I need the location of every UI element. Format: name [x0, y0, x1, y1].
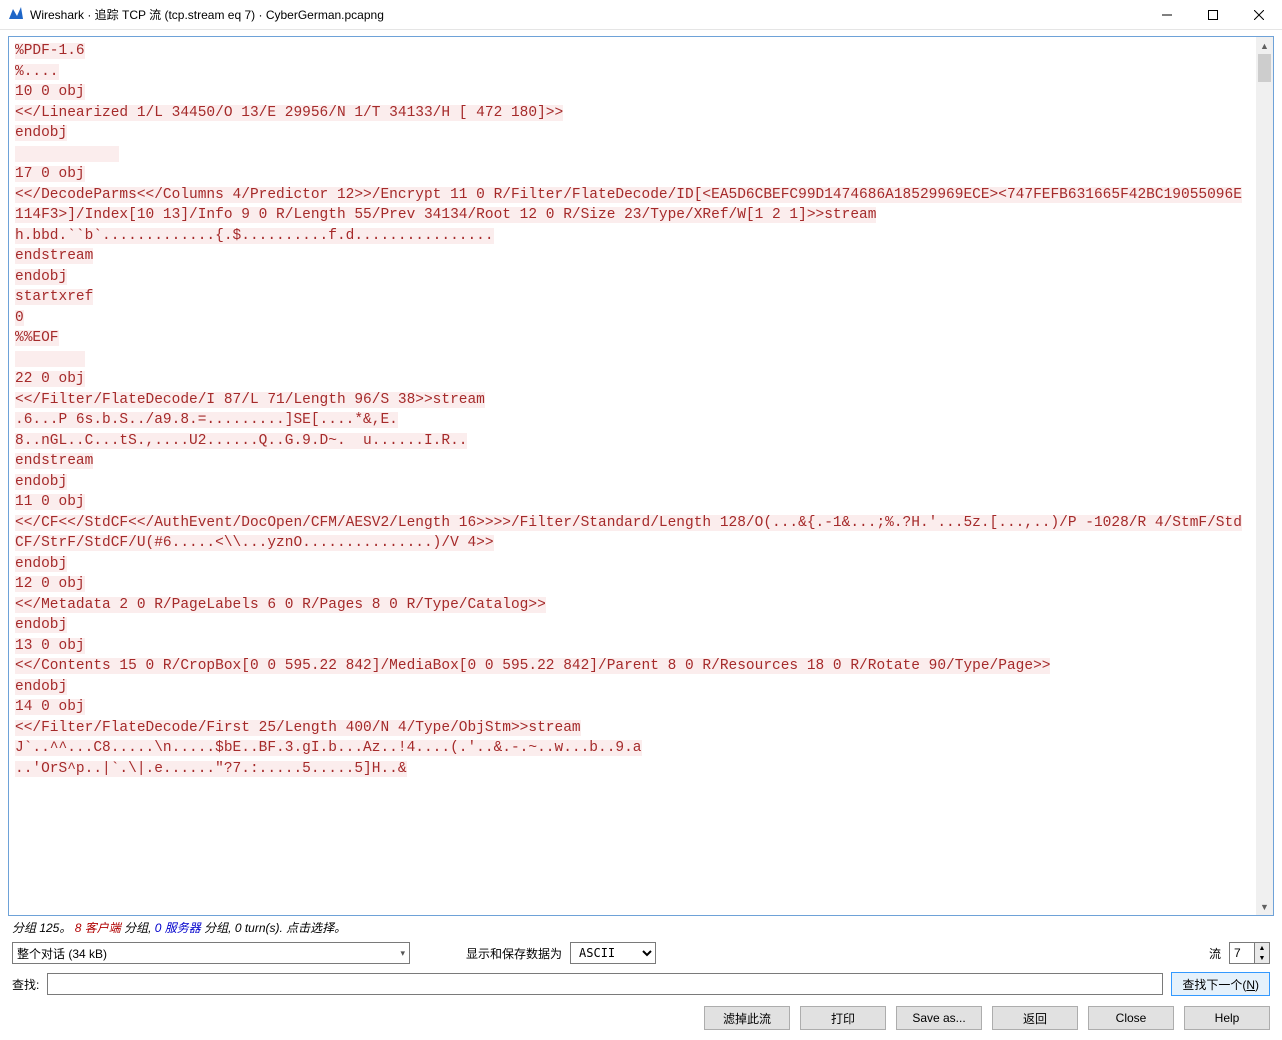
find-row: 查找: 查找下一个(N) — [0, 968, 1282, 1000]
filter-out-stream-button[interactable]: 滤掉此流 — [704, 1006, 790, 1030]
stream-label: 流 — [1209, 945, 1221, 962]
pkts-total-label: 分组 125。 — [12, 921, 71, 935]
mid2: 分组, — [204, 921, 235, 935]
turns-label: 0 turn(s). 点击选择。 — [235, 921, 346, 935]
window-title: Wireshark · 追踪 TCP 流 (tcp.stream eq 7) ·… — [30, 6, 384, 23]
options-row: 整个对话 (34 kB) ▾ 显示和保存数据为 ASCII 流 ▲ ▼ — [0, 938, 1282, 968]
stream-text[interactable]: %PDF-1.6 %.... 10 0 obj <</Linearized 1/… — [9, 37, 1256, 915]
conversation-selected: 整个对话 (34 kB) — [17, 945, 107, 962]
wireshark-icon — [8, 5, 24, 24]
spin-up-icon[interactable]: ▲ — [1255, 943, 1269, 953]
display-save-label: 显示和保存数据为 — [466, 945, 562, 962]
server-label: 服务器 — [165, 921, 201, 935]
client-pkts: 8 — [75, 921, 82, 935]
window-titlebar: Wireshark · 追踪 TCP 流 (tcp.stream eq 7) ·… — [0, 0, 1282, 30]
save-as-button[interactable]: Save as... — [896, 1006, 982, 1030]
encoding-dropdown[interactable]: ASCII — [570, 942, 656, 964]
dialog-button-row: 滤掉此流 打印 Save as... 返回 Close Help — [0, 1000, 1282, 1040]
vertical-scrollbar[interactable]: ▲ ▼ — [1256, 37, 1273, 915]
maximize-button[interactable] — [1190, 0, 1236, 29]
scroll-up-icon[interactable]: ▲ — [1256, 37, 1273, 54]
minimize-button[interactable] — [1144, 0, 1190, 29]
find-next-button[interactable]: 查找下一个(N) — [1171, 972, 1270, 996]
scrollbar-thumb[interactable] — [1258, 54, 1271, 82]
close-window-button[interactable] — [1236, 0, 1282, 29]
spin-down-icon[interactable]: ▼ — [1255, 953, 1269, 963]
find-label: 查找: — [12, 976, 39, 993]
client-label: 客户端 — [85, 921, 121, 935]
find-input[interactable] — [47, 973, 1163, 995]
chevron-down-icon: ▾ — [400, 948, 405, 959]
help-button[interactable]: Help — [1184, 1006, 1270, 1030]
back-button[interactable]: 返回 — [992, 1006, 1078, 1030]
scroll-down-icon[interactable]: ▼ — [1256, 898, 1273, 915]
print-button[interactable]: 打印 — [800, 1006, 886, 1030]
mid1: 分组, — [124, 921, 155, 935]
window-controls — [1144, 0, 1282, 29]
conversation-dropdown[interactable]: 整个对话 (34 kB) ▾ — [12, 942, 410, 964]
stream-content-frame: %PDF-1.6 %.... 10 0 obj <</Linearized 1/… — [8, 36, 1274, 916]
server-pkts: 0 — [155, 921, 162, 935]
find-next-label: 查找下一个(N) — [1182, 976, 1259, 993]
stream-number-input[interactable] — [1229, 942, 1255, 964]
stream-number-spinner[interactable]: ▲ ▼ — [1229, 942, 1270, 964]
status-summary[interactable]: 分组 125。 8 客户端 分组, 0 服务器 分组, 0 turn(s). 点… — [0, 916, 1282, 938]
close-button[interactable]: Close — [1088, 1006, 1174, 1030]
